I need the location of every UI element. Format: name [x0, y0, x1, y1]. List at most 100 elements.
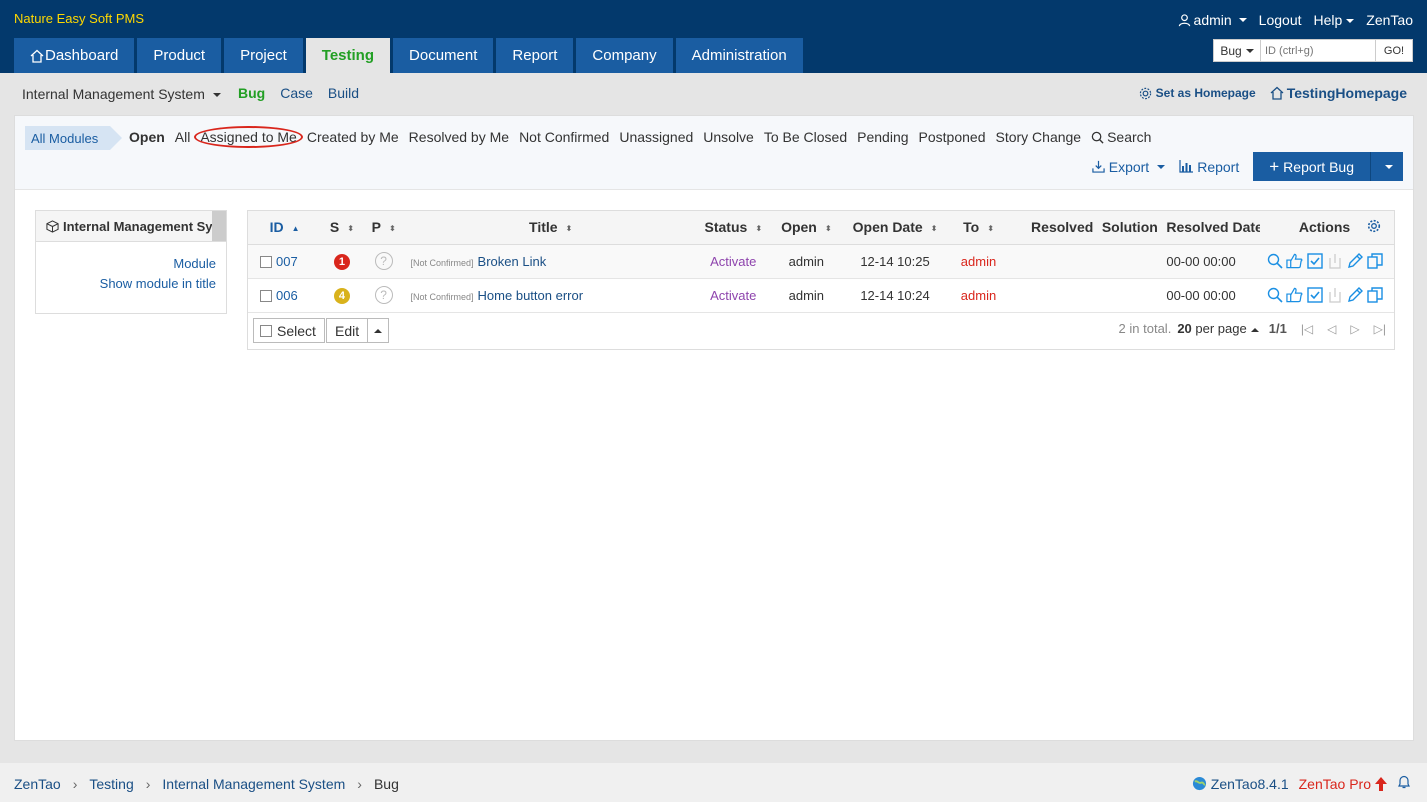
close-icon[interactable] [1326, 287, 1343, 304]
row-checkbox[interactable] [260, 289, 272, 302]
filter-story-change[interactable]: Story Change [995, 129, 1081, 145]
bug-title-link[interactable]: Home button error [478, 288, 584, 303]
nav-report[interactable]: Report [496, 38, 574, 73]
batch-edit-button[interactable]: Edit [327, 319, 369, 342]
view-icon[interactable] [1266, 287, 1283, 304]
copy-icon[interactable] [1366, 287, 1383, 304]
per-page-value: 20 [1177, 321, 1192, 336]
notification-bell[interactable] [1397, 775, 1411, 792]
first-page-icon[interactable]: |◁ [1301, 322, 1313, 336]
col-open-date[interactable]: Open Date ⬍ [842, 211, 948, 245]
filter-unsolve[interactable]: Unsolve [703, 129, 754, 145]
filter-not-confirmed[interactable]: Not Confirmed [519, 129, 609, 145]
edit-icon[interactable] [1346, 253, 1363, 270]
last-page-icon[interactable]: ▷| [1374, 322, 1386, 336]
row-checkbox[interactable] [260, 255, 272, 268]
brand-title[interactable]: Nature Easy Soft PMS [14, 11, 144, 26]
col-to[interactable]: To ⬍ [947, 211, 1010, 245]
nav-project[interactable]: Project [224, 38, 303, 73]
prev-page-icon[interactable]: ◁ [1327, 322, 1336, 336]
col-status[interactable]: Status ⬍ [696, 211, 770, 245]
collapse-toggle[interactable] [212, 211, 226, 241]
column-settings[interactable] [1354, 211, 1394, 245]
severity-badge: 4 [333, 287, 350, 304]
col-label: Title [529, 219, 558, 236]
go-button[interactable]: GO! [1376, 39, 1413, 62]
search-toggle[interactable]: Search [1091, 129, 1151, 145]
zentao-pro-link[interactable]: ZenTao Pro [1299, 776, 1387, 792]
version-link[interactable]: ZenTao8.4.1 [1192, 776, 1289, 792]
select-all-button[interactable]: Select [253, 318, 325, 343]
bug-id-link[interactable]: 006 [276, 288, 298, 303]
select-all-checkbox[interactable] [260, 324, 272, 337]
copy-icon[interactable] [1366, 253, 1383, 270]
filter-assigned-to-me[interactable]: Assigned to Me [194, 126, 303, 148]
filter-open[interactable]: Open [129, 129, 165, 145]
report-bug-button[interactable]: + Report Bug [1253, 152, 1371, 181]
col-title[interactable]: Title ⬍ [404, 211, 697, 245]
table-row[interactable]: 007 1 ? [Not Confirmed] Broken Link Activ… [248, 244, 1394, 279]
testing-homepage-link[interactable]: TestingHomepage [1270, 85, 1407, 101]
report-button[interactable]: Report [1179, 159, 1239, 175]
col-open[interactable]: Open ⬍ [769, 211, 843, 245]
report-bug-dropdown[interactable] [1371, 152, 1403, 181]
col-id[interactable]: ID ▲ [248, 211, 322, 245]
edit-icon[interactable] [1346, 287, 1363, 304]
filter-unassigned[interactable]: Unassigned [619, 129, 693, 145]
nav-dashboard[interactable]: Dashboard [14, 38, 135, 73]
set-homepage-link[interactable]: Set as Homepage [1139, 86, 1256, 100]
nav-product[interactable]: Product [137, 38, 222, 73]
confirm-icon[interactable] [1286, 253, 1303, 270]
bug-id-link[interactable]: 007 [276, 254, 298, 269]
filter-created-by-me[interactable]: Created by Me [307, 129, 399, 145]
submenu-case[interactable]: Case [280, 85, 313, 101]
all-modules-breadcrumb[interactable]: All Modules [25, 126, 123, 150]
close-icon[interactable] [1326, 253, 1343, 270]
product-switcher[interactable]: Internal Management System [22, 86, 221, 102]
logout-link[interactable]: Logout [1259, 12, 1302, 28]
search-input[interactable] [1261, 39, 1376, 62]
bell-icon [1398, 775, 1410, 789]
nav-company[interactable]: Company [576, 38, 673, 73]
col-resolved[interactable]: Resolved [1009, 211, 1094, 245]
submenu-build[interactable]: Build [328, 85, 359, 101]
breadcrumb-testing[interactable]: Testing [89, 776, 133, 792]
user-menu[interactable]: admin [1178, 12, 1247, 28]
nav-administration[interactable]: Administration [675, 38, 803, 73]
filter-pending[interactable]: Pending [857, 129, 908, 145]
col-resolved-date[interactable]: Resolved Date [1166, 211, 1261, 245]
nav-document[interactable]: Document [393, 38, 494, 73]
show-module-in-title-link[interactable]: Show module in title [36, 274, 216, 294]
col-severity[interactable]: S ⬍ [321, 211, 363, 245]
resolve-icon[interactable] [1306, 287, 1323, 304]
search-type-select[interactable]: Bug [1213, 39, 1261, 62]
assigned-to[interactable]: admin [961, 254, 996, 269]
next-page-icon[interactable]: ▷ [1350, 322, 1359, 336]
main-nav: Dashboard Product Project Testing Docume… [14, 38, 803, 73]
table-row[interactable]: 006 4 ? [Not Confirmed] Home button error… [248, 278, 1394, 313]
zentao-link[interactable]: ZenTao [1366, 12, 1413, 28]
bug-title-link[interactable]: Broken Link [478, 254, 547, 269]
user-icon [1178, 13, 1190, 26]
filter-resolved-by-me[interactable]: Resolved by Me [409, 129, 509, 145]
filter-all[interactable]: All [175, 129, 191, 145]
export-button[interactable]: Export [1092, 159, 1166, 175]
filter-to-be-closed[interactable]: To Be Closed [764, 129, 847, 145]
resolve-icon[interactable] [1306, 253, 1323, 270]
filter-postponed[interactable]: Postponed [919, 129, 986, 145]
assigned-to[interactable]: admin [961, 288, 996, 303]
help-menu[interactable]: Help [1314, 12, 1355, 28]
col-solution[interactable]: Solution [1093, 211, 1167, 245]
view-icon[interactable] [1266, 253, 1283, 270]
breadcrumb-product[interactable]: Internal Management System [162, 776, 345, 792]
confirm-icon[interactable] [1286, 287, 1303, 304]
module-link[interactable]: Module [36, 254, 216, 274]
breadcrumb-zentao[interactable]: ZenTao [14, 776, 61, 792]
batch-actions-dropdown[interactable] [368, 319, 388, 342]
col-label: P [371, 219, 381, 236]
submenu-bug[interactable]: Bug [238, 85, 265, 101]
nav-testing[interactable]: Testing [305, 38, 391, 73]
per-page-select[interactable]: 20 per page [1177, 321, 1259, 336]
quick-search: Bug GO! [1213, 39, 1413, 62]
col-priority[interactable]: P ⬍ [362, 211, 405, 245]
